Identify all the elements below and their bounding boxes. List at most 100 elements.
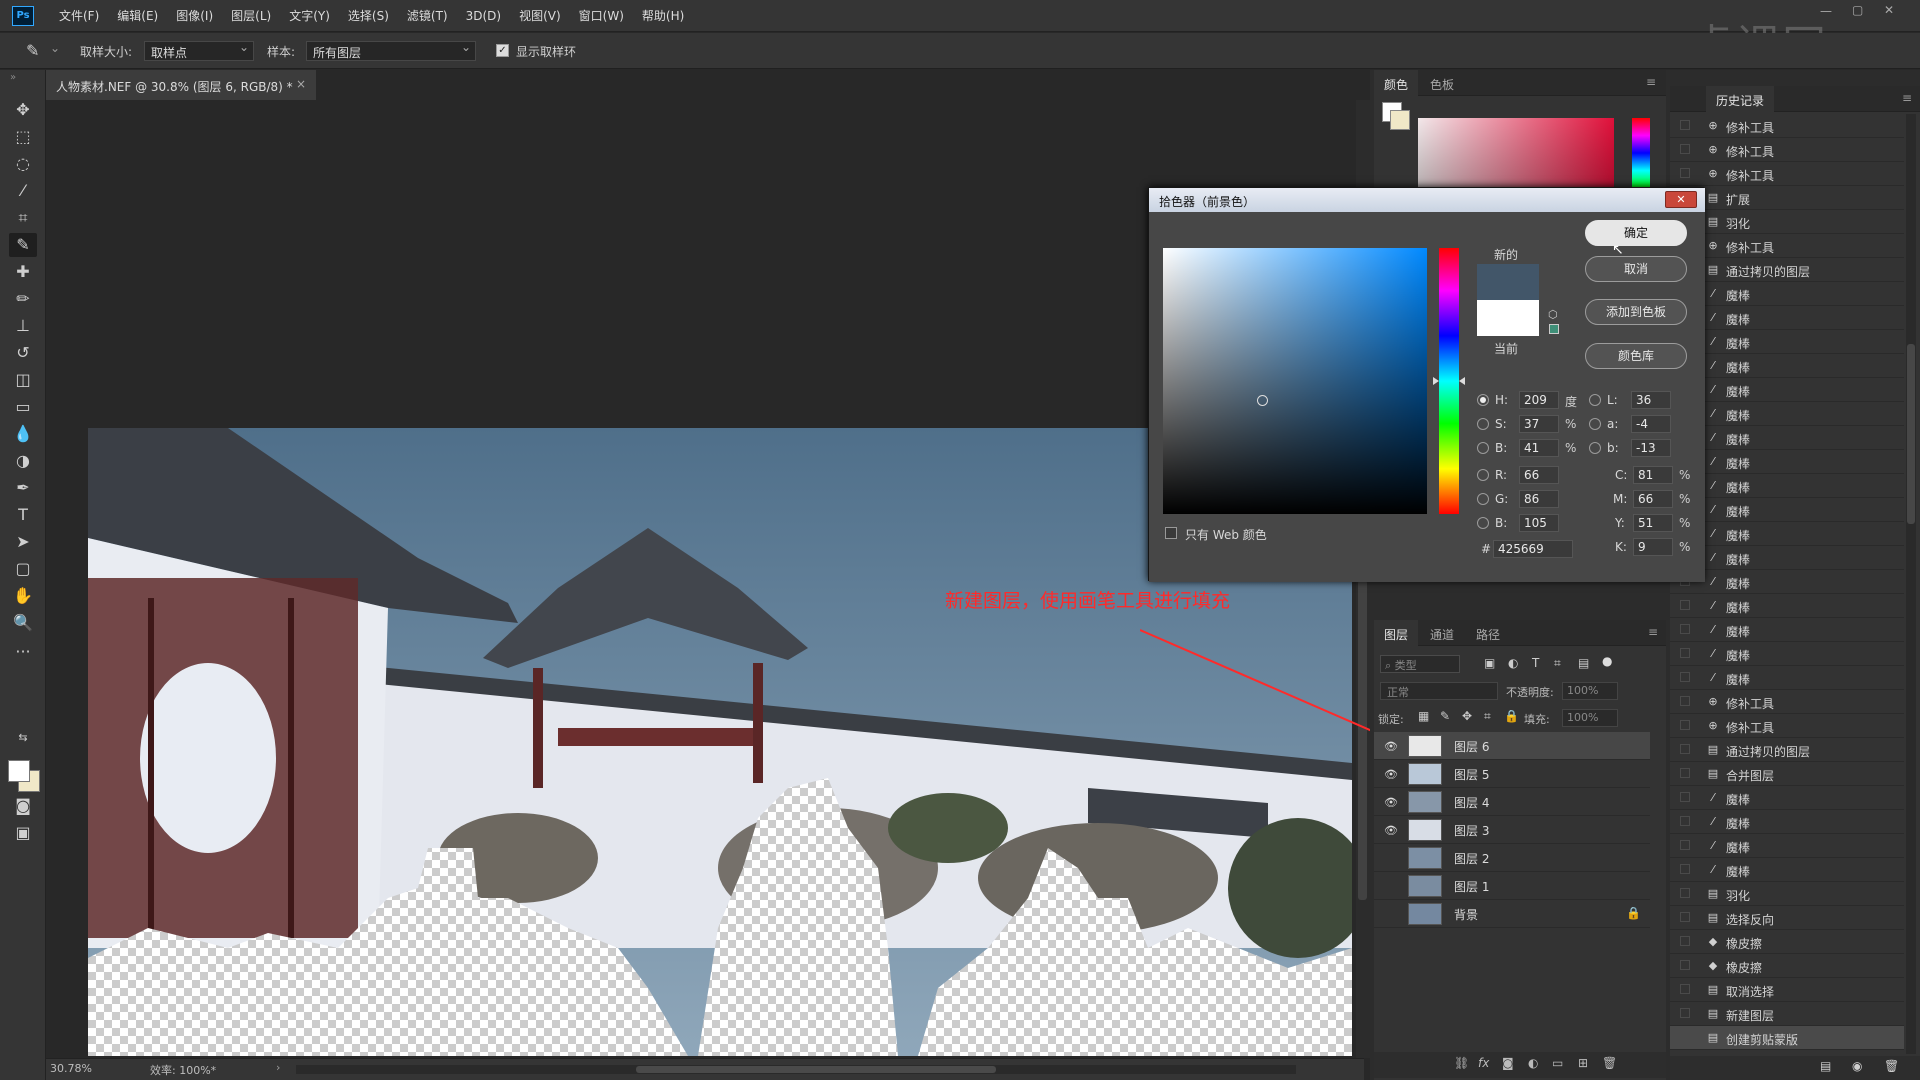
web-safe-swatch-icon[interactable] xyxy=(1549,324,1559,334)
dialog-title[interactable]: 拾色器（前景色） xyxy=(1149,188,1705,212)
history-state[interactable]: ⁄ 魔棒 xyxy=(1670,402,1904,426)
history-brush-source-checkbox[interactable] xyxy=(1680,792,1690,802)
history-brush-source-checkbox[interactable] xyxy=(1680,672,1690,682)
visibility-eye-icon[interactable]: 👁 xyxy=(1384,824,1398,837)
menu-filter[interactable]: 滤镜(T) xyxy=(398,0,457,32)
menu-help[interactable]: 帮助(H) xyxy=(633,0,693,32)
history-brush-source-checkbox[interactable] xyxy=(1680,888,1690,898)
blend-mode-select[interactable]: 正常 xyxy=(1380,682,1498,700)
filter-pixel-icon[interactable]: ▣ xyxy=(1484,656,1495,670)
new-group-icon[interactable]: ▭ xyxy=(1552,1056,1563,1070)
k-input[interactable]: 9 xyxy=(1633,538,1673,556)
history-brush-source-checkbox[interactable] xyxy=(1680,120,1690,130)
link-layers-icon[interactable]: ⛓ xyxy=(1454,1056,1469,1070)
history-brush-source-checkbox[interactable] xyxy=(1680,1008,1690,1018)
filter-smart-object-icon[interactable]: ▤ xyxy=(1578,656,1589,670)
layer-thumbnail[interactable] xyxy=(1408,847,1442,869)
history-brush-source-checkbox[interactable] xyxy=(1680,648,1690,658)
menu-3d[interactable]: 3D(D) xyxy=(457,0,510,32)
horizontal-scrollbar[interactable] xyxy=(296,1065,1296,1074)
history-state[interactable]: ▤ 羽化 xyxy=(1670,882,1904,906)
layer-row[interactable]: 图层 1 xyxy=(1374,872,1650,900)
visibility-eye-icon[interactable] xyxy=(1384,880,1398,892)
document-tab[interactable]: 人物素材.NEF @ 30.8% (图层 6, RGB/8) * xyxy=(46,70,316,100)
a-input[interactable]: -4 xyxy=(1631,415,1671,433)
radio-g[interactable] xyxy=(1477,493,1489,505)
b-input[interactable]: 41 xyxy=(1519,439,1559,457)
history-brush-source-checkbox[interactable] xyxy=(1680,768,1690,778)
history-brush-source-checkbox[interactable] xyxy=(1680,936,1690,946)
add-to-swatches-button[interactable]: 添加到色板 xyxy=(1585,299,1687,325)
tab-swatches[interactable]: 色板 xyxy=(1420,70,1464,96)
tab-layers[interactable]: 图层 xyxy=(1374,620,1419,646)
y-input[interactable]: 51 xyxy=(1633,514,1673,532)
pen-tool-icon[interactable]: ✒ xyxy=(9,476,37,500)
tab-channels[interactable]: 通道 xyxy=(1420,620,1464,646)
tab-paths[interactable]: 路径 xyxy=(1466,620,1510,646)
menu-edit[interactable]: 编辑(E) xyxy=(108,0,167,32)
filter-toggle-icon[interactable]: ● xyxy=(1602,654,1612,668)
layer-thumbnail[interactable] xyxy=(1408,875,1442,897)
fill-input[interactable]: 100% xyxy=(1562,709,1618,727)
history-state[interactable]: ▤ 合并图层 xyxy=(1670,762,1904,786)
visibility-eye-icon[interactable] xyxy=(1384,908,1398,920)
color-libraries-button[interactable]: 颜色库 xyxy=(1585,343,1687,369)
layer-row[interactable]: 👁 图层 3 xyxy=(1374,816,1650,844)
history-brush-source-checkbox[interactable] xyxy=(1680,1032,1690,1042)
lock-position-icon[interactable]: ✥ xyxy=(1462,709,1472,723)
filter-shape-icon[interactable]: ⌗ xyxy=(1554,656,1561,671)
radio-s[interactable] xyxy=(1477,418,1489,430)
menu-select[interactable]: 选择(S) xyxy=(339,0,398,32)
quick-mask-icon[interactable]: ◙ xyxy=(9,794,37,818)
radio-lab-b[interactable] xyxy=(1589,442,1601,454)
history-state[interactable]: ▤ 羽化 xyxy=(1670,210,1904,234)
history-state[interactable]: ▤ 创建剪贴蒙版 xyxy=(1670,1026,1904,1050)
history-state[interactable]: ⁄ 魔棒 xyxy=(1670,618,1904,642)
history-state[interactable]: ⁄ 魔棒 xyxy=(1670,642,1904,666)
crop-tool-icon[interactable]: ⌗ xyxy=(9,206,37,230)
history-state[interactable]: ▤ 新建图层 xyxy=(1670,1002,1904,1026)
lasso-tool-icon[interactable]: ◌ xyxy=(9,152,37,176)
zoom-readout[interactable]: 30.78% xyxy=(50,1062,92,1075)
history-state[interactable]: ⁄ 魔棒 xyxy=(1670,426,1904,450)
minimize-icon[interactable]: — xyxy=(1820,4,1832,18)
history-state[interactable]: ⊕ 修补工具 xyxy=(1670,162,1904,186)
history-state[interactable]: ▤ 选择反向 xyxy=(1670,906,1904,930)
layer-name[interactable]: 图层 5 xyxy=(1454,766,1489,783)
lock-transparent-icon[interactable]: ▦ xyxy=(1418,709,1429,723)
s-input[interactable]: 37 xyxy=(1519,415,1559,433)
history-brush-source-checkbox[interactable] xyxy=(1680,144,1690,154)
eraser-tool-icon[interactable]: ◫ xyxy=(9,368,37,392)
history-brush-source-checkbox[interactable] xyxy=(1680,864,1690,874)
history-state[interactable]: ⁄ 魔棒 xyxy=(1670,546,1904,570)
visibility-eye-icon[interactable]: 👁 xyxy=(1384,796,1398,809)
panel-menu-icon[interactable]: ≡ xyxy=(1646,75,1656,89)
h-input[interactable]: 209 xyxy=(1519,391,1559,409)
hue-slider-right-arrow[interactable] xyxy=(1459,377,1465,385)
healing-tool-icon[interactable]: ✚ xyxy=(9,260,37,284)
history-state[interactable]: ⊕ 修补工具 xyxy=(1670,690,1904,714)
layers-panel-menu-icon[interactable]: ≡ xyxy=(1648,625,1658,639)
color-panel-background-swatch[interactable] xyxy=(1390,110,1410,130)
blur-tool-icon[interactable]: 💧 xyxy=(9,422,37,446)
sample-size-select[interactable]: 取样点 xyxy=(144,40,254,61)
menu-layer[interactable]: 图层(L) xyxy=(222,0,280,32)
path-select-tool-icon[interactable]: ➤ xyxy=(9,530,37,554)
eyedropper-tool-icon[interactable]: ✎ xyxy=(9,233,37,257)
layer-row[interactable]: 👁 图层 6 xyxy=(1374,732,1650,760)
history-brush-source-checkbox[interactable] xyxy=(1680,600,1690,610)
shape-tool-icon[interactable]: ▢ xyxy=(9,557,37,581)
hex-input[interactable]: 425669 xyxy=(1493,540,1573,558)
lock-pixels-icon[interactable]: ✎ xyxy=(1440,709,1450,723)
tool-preset-chevron-icon[interactable]: ⌄ xyxy=(50,41,60,55)
visibility-eye-icon[interactable] xyxy=(1384,852,1398,864)
marquee-tool-icon[interactable]: ⬚ xyxy=(9,125,37,149)
zoom-tool-icon[interactable]: 🔍 xyxy=(9,611,37,635)
toolbox-collapse-icon[interactable]: » xyxy=(10,72,16,83)
layer-row[interactable]: 图层 2 xyxy=(1374,844,1650,872)
layer-name[interactable]: 图层 1 xyxy=(1454,878,1489,895)
new-snapshot-icon[interactable]: ◉ xyxy=(1852,1059,1862,1073)
history-state[interactable]: ⁄ 魔棒 xyxy=(1670,834,1904,858)
magic-wand-tool-icon[interactable]: ⁄ xyxy=(9,179,37,203)
layer-name[interactable]: 图层 4 xyxy=(1454,794,1489,811)
